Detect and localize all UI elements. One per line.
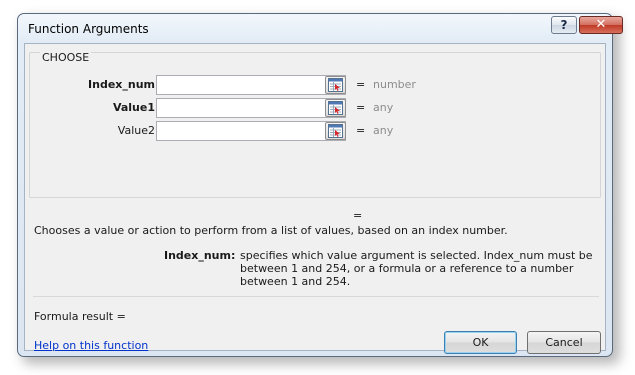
index-num-input[interactable] — [156, 75, 346, 95]
equals-sign: = — [356, 78, 366, 91]
value2-input[interactable] — [156, 121, 346, 141]
dialog-content: CHOOSE Index_num = number Value1 = any V… — [24, 43, 606, 354]
arg-row-value2: Value2 = any — [30, 121, 600, 141]
arg-help-text: specifies which value argument is select… — [240, 249, 593, 288]
function-arguments-dialog: Function Arguments ? ✕ CHOOSE Index_num — [17, 13, 623, 357]
arg-label: Value1 — [112, 101, 155, 114]
collapse-dialog-button[interactable] — [325, 122, 346, 140]
function-group: CHOOSE Index_num = number Value1 = any V… — [29, 51, 601, 198]
function-name: CHOOSE — [40, 51, 92, 64]
separator — [33, 296, 599, 297]
function-result-equals: = — [353, 209, 363, 222]
collapse-dialog-icon — [328, 124, 343, 138]
equals-sign: = — [356, 124, 366, 137]
collapse-dialog-button[interactable] — [325, 99, 346, 117]
function-description: Chooses a value or action to perform fro… — [34, 224, 508, 237]
arg-result: number — [373, 78, 416, 91]
help-on-function-link[interactable]: Help on this function — [34, 339, 148, 352]
collapse-dialog-icon — [328, 78, 343, 92]
formula-result: Formula result = — [34, 310, 126, 323]
close-button[interactable]: ✕ — [579, 16, 623, 34]
arg-row-value1: Value1 = any — [30, 98, 600, 118]
collapse-dialog-button[interactable] — [325, 76, 346, 94]
dialog-title: Function Arguments — [28, 22, 149, 36]
equals-sign: = — [356, 101, 366, 114]
help-button[interactable]: ? — [551, 16, 577, 34]
arg-label: Index_num — [88, 78, 155, 91]
arg-label: Value2 — [117, 124, 155, 137]
ok-button[interactable]: OK — [444, 331, 517, 354]
collapse-dialog-icon — [328, 101, 343, 115]
value1-input[interactable] — [156, 98, 346, 118]
cancel-button[interactable]: Cancel — [527, 331, 601, 354]
arg-result: any — [373, 101, 394, 114]
help-icon: ? — [560, 18, 568, 32]
close-icon: ✕ — [595, 17, 607, 32]
arg-help-name: Index_num: — [164, 249, 236, 262]
arg-row-index-num: Index_num = number — [30, 75, 600, 95]
arg-result: any — [373, 124, 394, 137]
